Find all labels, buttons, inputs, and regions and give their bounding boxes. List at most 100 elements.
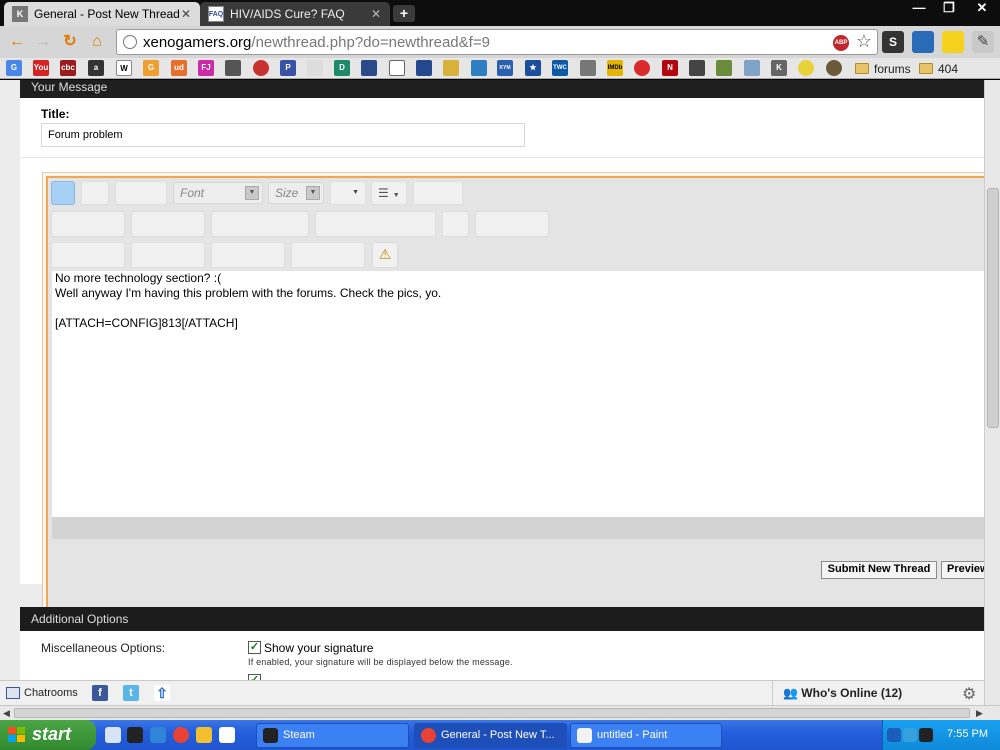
chat-icon[interactable] (6, 687, 20, 699)
whos-online-button[interactable]: 👥 Who's Online (12) (772, 681, 952, 705)
list-dropdown-button[interactable]: ☰ ▼ (371, 181, 407, 205)
editor-button[interactable] (115, 181, 167, 205)
reload-button[interactable]: ↻ (59, 32, 81, 52)
google-bookmark-icon[interactable]: G (6, 60, 22, 76)
gamefaqs-bookmark-icon[interactable]: G (143, 60, 159, 76)
chatrooms-link[interactable]: Chatrooms (24, 687, 78, 699)
scrollbar-thumb[interactable] (987, 188, 999, 428)
size-select[interactable]: Size ▼ (268, 182, 324, 204)
fj-bookmark-icon[interactable]: FJ (198, 60, 214, 76)
p-bookmark-icon[interactable]: P (280, 60, 296, 76)
bookmark-icon[interactable] (471, 60, 487, 76)
scrollbar-thumb[interactable] (14, 708, 970, 718)
twitter-icon[interactable]: t (123, 685, 139, 701)
editor-button[interactable] (131, 211, 205, 237)
bookmark-folder-forums[interactable]: forums (855, 60, 911, 77)
taskbar-item-paint[interactable]: untitled - Paint (570, 723, 722, 748)
new-tab-button[interactable]: + (393, 5, 415, 22)
tray-steam-icon[interactable] (919, 728, 933, 742)
ud-bookmark-icon[interactable]: ud (171, 60, 187, 76)
editor-mode-button[interactable] (51, 181, 75, 205)
youtube-bookmark-icon[interactable]: You (33, 60, 49, 76)
warning-icon[interactable]: ⚠ (372, 242, 398, 268)
wikipedia-bookmark-icon[interactable]: W (116, 60, 132, 76)
home-button[interactable]: ⌂ (86, 32, 108, 52)
extension-share-icon[interactable] (912, 31, 934, 53)
scroll-right-icon[interactable]: ▶ (976, 708, 983, 719)
k-bookmark-icon[interactable]: K (771, 60, 787, 76)
address-bar[interactable]: xenogamers.org/newthread.php?do=newthrea… (116, 29, 878, 55)
amazon-bookmark-icon[interactable]: a (88, 60, 104, 76)
star-bookmark-icon[interactable]: ★ (525, 60, 541, 76)
bookmark-icon[interactable] (443, 60, 459, 76)
adblock-icon[interactable]: ABP (833, 35, 849, 51)
tab-hiv-aids-faq[interactable]: FAQ HIV/AIDS Cure? FAQ ✕ (200, 2, 390, 26)
netflix-bookmark-icon[interactable]: N (662, 60, 678, 76)
steam-quicklaunch-icon[interactable] (127, 727, 143, 743)
editor-button[interactable] (81, 181, 109, 205)
shield-bookmark-icon[interactable] (416, 60, 432, 76)
forward-button[interactable]: → (32, 32, 54, 52)
quicklaunch-icon[interactable] (105, 727, 121, 743)
extension-s-icon[interactable]: S (882, 31, 904, 53)
arrow-up-icon[interactable]: ⇧ (154, 685, 170, 701)
editor-button[interactable] (51, 211, 125, 237)
bookmark-folder-404[interactable]: 404 (919, 60, 958, 77)
tab-general-post-new-thread[interactable]: K General - Post New Thread ✕ (4, 2, 200, 26)
twc-bookmark-icon[interactable]: TWC (552, 60, 568, 76)
bookmark-icon[interactable] (361, 60, 377, 76)
editor-button[interactable] (131, 242, 205, 268)
editor-resize-bar[interactable] (52, 517, 988, 539)
scroll-left-icon[interactable]: ◀ (3, 708, 10, 719)
tray-shield-icon[interactable] (903, 728, 917, 742)
start-button[interactable]: start (0, 720, 96, 750)
bookmark-star-icon[interactable]: ☆ (856, 31, 872, 52)
minecraft-bookmark-icon[interactable] (716, 60, 732, 76)
editor-button[interactable] (211, 211, 309, 237)
editor-button[interactable] (475, 211, 549, 237)
bookmark-icon[interactable] (744, 60, 760, 76)
tomato-bookmark-icon[interactable] (253, 60, 269, 76)
taskbar-item-steam[interactable]: Steam (256, 723, 409, 748)
editor-button[interactable] (315, 211, 436, 237)
bookmark-icon[interactable] (826, 60, 842, 76)
editor-button[interactable] (413, 181, 463, 205)
bookmark-icon[interactable] (580, 60, 596, 76)
banana-bookmark-icon[interactable] (798, 60, 814, 76)
extension-notes-icon[interactable] (942, 31, 964, 53)
close-window-button[interactable]: ✕ (964, 0, 1000, 18)
message-textarea[interactable]: No more technology section? :( Well anyw… (52, 271, 988, 517)
font-select[interactable]: Font ▼ (173, 182, 263, 204)
editor-button[interactable] (51, 242, 125, 268)
quicklaunch-icon[interactable] (219, 727, 235, 743)
messenger-quicklaunch-icon[interactable] (196, 727, 212, 743)
d-bookmark-icon[interactable]: D (334, 60, 350, 76)
gear-icon[interactable]: ⚙ (962, 684, 976, 704)
tomato-bookmark-icon[interactable] (634, 60, 650, 76)
taskbar-item-chrome[interactable]: General - Post New T... (414, 723, 567, 748)
cbc-bookmark-icon[interactable]: cbc (60, 60, 76, 76)
minimize-button[interactable]: — (904, 0, 934, 18)
title-input[interactable] (41, 123, 525, 147)
horizontal-scrollbar[interactable]: ◀ ▶ (0, 705, 1000, 720)
submit-new-thread-button[interactable]: Submit New Thread (821, 561, 937, 579)
facebook-icon[interactable]: f (92, 685, 108, 701)
restore-button[interactable]: ❐ (934, 0, 964, 18)
bookmark-icon[interactable] (307, 60, 323, 76)
vertical-scrollbar[interactable] (984, 80, 1000, 705)
color-dropdown-button[interactable]: ▼ (330, 181, 366, 205)
chrome-quicklaunch-icon[interactable] (173, 727, 189, 743)
editor-button[interactable] (211, 242, 285, 268)
bookmark-icon[interactable] (225, 60, 241, 76)
close-icon[interactable]: ✕ (180, 7, 192, 21)
ie-quicklaunch-icon[interactable] (150, 727, 166, 743)
bookmark-icon[interactable] (689, 60, 705, 76)
editor-button[interactable] (442, 211, 469, 237)
mail-bookmark-icon[interactable] (389, 60, 405, 76)
editor-button[interactable] (291, 242, 365, 268)
tray-arrow-icon[interactable] (887, 728, 901, 742)
know-your-meme-bookmark-icon[interactable]: KYM (497, 60, 513, 76)
back-button[interactable]: ← (6, 32, 28, 52)
show-signature-checkbox[interactable]: ✓ (248, 641, 261, 654)
close-icon[interactable]: ✕ (370, 7, 382, 21)
